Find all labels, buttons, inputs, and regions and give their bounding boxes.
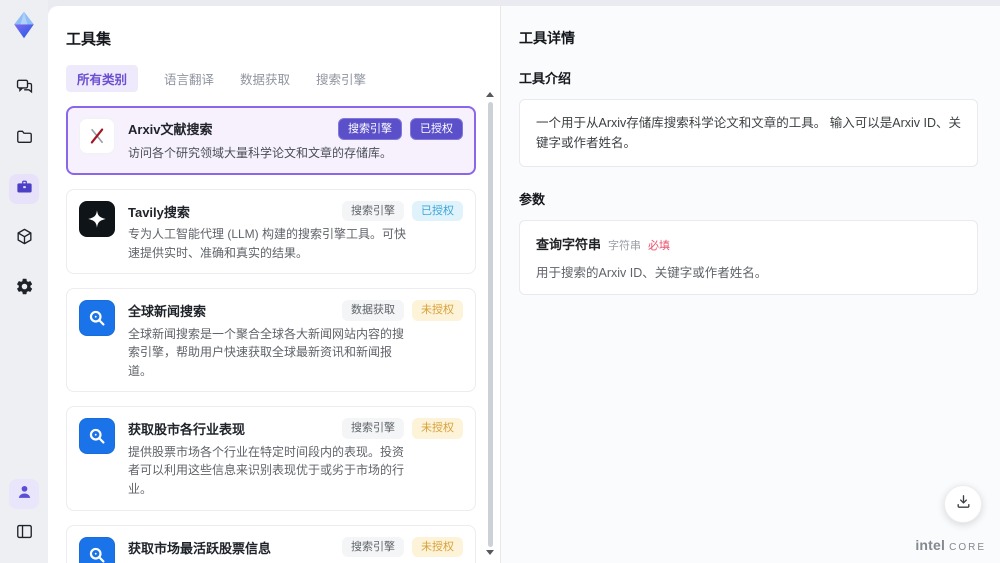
- magnifier-icon: [79, 536, 115, 563]
- tab-data-fetch[interactable]: 数据获取: [240, 65, 290, 92]
- category-badge: 数据获取: [342, 300, 404, 321]
- tab-all-categories[interactable]: 所有类别: [66, 65, 139, 92]
- tool-name: 全球新闻搜索: [128, 304, 207, 320]
- sidebar-bottom: [9, 479, 39, 549]
- category-badge: 搜索引擎: [342, 418, 404, 439]
- tool-name: 获取股市各行业表现: [128, 422, 246, 438]
- category-tabs: 所有类别 语言翻译 数据获取 搜索引擎: [66, 65, 476, 92]
- gear-icon: [15, 277, 34, 301]
- sidebar-item-models[interactable]: [9, 224, 39, 254]
- intro-box: 一个用于从Arxiv存储库搜索科学论文和文章的工具。 输入可以是Arxiv ID…: [519, 99, 978, 167]
- main-content: 工具集 所有类别 语言翻译 数据获取 搜索引擎 Arxiv文献搜索 搜索引擎 已授权 访问各…: [48, 6, 1000, 563]
- cube-icon: [15, 227, 34, 251]
- magnifier-icon: [79, 300, 115, 337]
- auth-status-badge: 未授权: [412, 536, 463, 557]
- intro-heading: 工具介绍: [519, 71, 572, 86]
- tool-name: Tavily搜索: [128, 204, 190, 220]
- sidebar-nav: [9, 74, 39, 304]
- tool-card-global-news-search[interactable]: 全球新闻搜索 数据获取 未授权 全球新闻搜索是一个聚合全球各大新闻网站内容的搜索引擎，…: [66, 288, 476, 393]
- list-scrollbar[interactable]: [488, 102, 493, 547]
- user-avatar-button[interactable]: [9, 479, 39, 509]
- tool-description: 访问各个研究领域大量科学论文和文章的存储库。: [128, 146, 393, 161]
- detail-title: 工具详情: [519, 30, 575, 46]
- auth-status-badge: 已授权: [412, 200, 463, 222]
- tab-language-translation[interactable]: 语言翻译: [164, 65, 214, 92]
- param-name: 查询字符串: [536, 237, 602, 252]
- scrollbar-thumb[interactable]: [488, 102, 493, 547]
- category-badge: 搜索引擎: [342, 200, 404, 222]
- panel-toggle-button[interactable]: [9, 519, 39, 549]
- panel-toggle-icon: [15, 522, 34, 546]
- tool-card-list: Arxiv文献搜索 搜索引擎 已授权 访问各个研究领域大量科学论文和文章的存储库。 Ta…: [66, 106, 476, 563]
- auth-status-badge: 已授权: [410, 118, 463, 141]
- download-icon: [955, 493, 972, 515]
- tool-detail-panel: 工具详情 工具介绍 一个用于从Arxiv存储库搜索科学论文和文章的工具。 输入可…: [500, 6, 1000, 563]
- auth-status-badge: 未授权: [412, 300, 463, 321]
- tab-search-engine[interactable]: 搜索引擎: [316, 65, 366, 92]
- param-required-badge: 必填: [648, 240, 671, 252]
- category-badge: 搜索引擎: [342, 536, 404, 557]
- auth-status-badge: 未授权: [412, 418, 463, 439]
- user-icon: [15, 482, 34, 506]
- scroll-up-arrow[interactable]: [486, 92, 494, 97]
- app-sidebar: [0, 0, 48, 563]
- tool-description: 全球新闻搜索是一个聚合全球各大新闻网站内容的搜索引擎，帮助用户快速获取全球最新资…: [128, 326, 405, 378]
- folder-icon: [15, 127, 34, 151]
- tool-name: 获取市场最活跃股票信息: [128, 540, 272, 556]
- sparkle-icon: [79, 200, 115, 237]
- sidebar-item-settings[interactable]: [9, 274, 39, 304]
- app-logo: [9, 10, 39, 40]
- parameter-box: 查询字符串 字符串 必填 用于搜索的Arxiv ID、关键字或作者姓名。: [519, 220, 978, 295]
- tool-card-tavily-search[interactable]: Tavily搜索 搜索引擎 已授权 专为人工智能代理 (LLM) 构建的搜索引擎工具。…: [66, 188, 476, 275]
- sidebar-item-files[interactable]: [9, 124, 39, 154]
- download-button[interactable]: [944, 485, 982, 523]
- tool-card-stock-sector-performance[interactable]: 获取股市各行业表现 搜索引擎 未授权 提供股票市场各个行业在特定时间段内的表现。投资者…: [66, 406, 476, 511]
- arxiv-icon: [79, 118, 115, 154]
- category-badge: 搜索引擎: [338, 118, 402, 141]
- intel-brand-sub: CORE: [949, 542, 986, 553]
- app-window: 工具集 所有类别 语言翻译 数据获取 搜索引擎 Arxiv文献搜索 搜索引擎 已授权 访问各…: [0, 0, 1000, 563]
- toolset-panel: 工具集 所有类别 语言翻译 数据获取 搜索引擎 Arxiv文献搜索 搜索引擎 已授权 访问各…: [48, 6, 500, 563]
- intel-brand-word: intel: [915, 537, 946, 553]
- sidebar-item-chat[interactable]: [9, 74, 39, 104]
- params-heading: 参数: [519, 192, 546, 207]
- magnifier-icon: [79, 418, 115, 455]
- sidebar-item-toolset[interactable]: [9, 174, 39, 204]
- param-type: 字符串: [608, 240, 642, 252]
- tool-card-most-active-stocks[interactable]: 获取市场最活跃股票信息搜索引擎未授权提供当天交易量最高的股票列表，投资者可以利用…: [66, 524, 476, 563]
- tool-card-arxiv-literature-search[interactable]: Arxiv文献搜索 搜索引擎 已授权访问各个研究领域大量科学论文和文章的存储库。: [66, 106, 476, 175]
- tool-name: Arxiv文献搜索: [128, 122, 213, 137]
- chat-icon: [15, 77, 34, 101]
- tool-description: 专为人工智能代理 (LLM) 构建的搜索引擎工具。可快速提供实时、准确和真实的结…: [128, 227, 407, 260]
- intel-core-logo: intel CORE: [915, 537, 986, 553]
- toolset-title: 工具集: [66, 31, 112, 48]
- tool-description: 提供股票市场各个行业在特定时间段内的表现。投资者可以利用这些信息来识别表现优于或…: [128, 444, 405, 496]
- param-description: 用于搜索的Arxiv ID、关键字或作者姓名。: [536, 266, 768, 280]
- intro-text: 一个用于从Arxiv存储库搜索科学论文和文章的工具。 输入可以是Arxiv ID…: [536, 116, 962, 150]
- toolbox-icon: [15, 177, 34, 201]
- scroll-down-arrow[interactable]: [486, 550, 494, 555]
